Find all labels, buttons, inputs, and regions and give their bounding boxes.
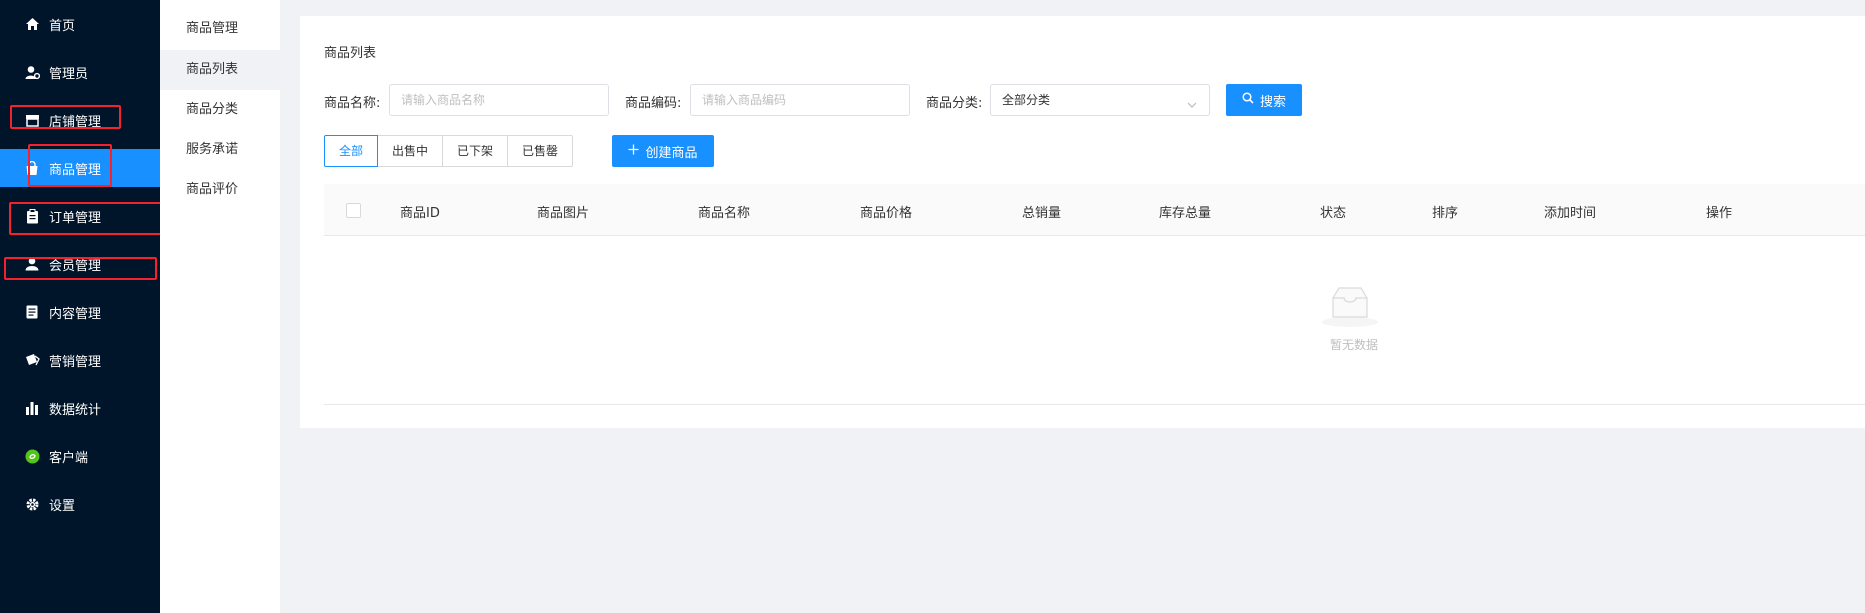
create-product-button[interactable]: 创建商品 [612, 135, 714, 167]
empty-state-text: 暂无数据 [1330, 338, 1379, 352]
sidebar-item-admin[interactable]: 管理员 [0, 53, 160, 91]
column-header-status: 状态 [1320, 206, 1347, 221]
table-bottom-divider [324, 404, 1865, 405]
product-name-input[interactable] [389, 84, 609, 116]
column-header-product-price: 商品价格 [860, 206, 913, 221]
tab-off-shelf[interactable]: 已下架 [443, 135, 509, 167]
sidebar-item-label: 管理员 [49, 66, 89, 82]
subnav-item-service-promise[interactable]: 服务承诺 [160, 130, 280, 170]
empty-inbox-icon [1320, 284, 1380, 332]
mini-program-icon [24, 448, 40, 464]
subnav-item-product-management[interactable]: 商品管理 [160, 9, 280, 49]
sidebar-item-label: 设置 [49, 498, 76, 514]
search-button-label: 搜索 [1259, 94, 1286, 110]
sub-sidebar: 商品管理 商品列表 商品分类 服务承诺 商品评价 [160, 0, 280, 613]
product-list-card: 商品列表 商品名称: 商品编码: 商品分类: 全部分类 搜索 全部 出售中 已下… [300, 16, 1865, 428]
sidebar-item-label: 营销管理 [49, 354, 102, 370]
annotation-box-members [4, 257, 157, 280]
column-header-product-name: 商品名称 [698, 206, 751, 221]
subnav-item-product-category[interactable]: 商品分类 [160, 90, 280, 130]
admin-user-icon [24, 64, 40, 80]
search-button[interactable]: 搜索 [1226, 84, 1302, 116]
subnav-item-product-review[interactable]: 商品评价 [160, 170, 280, 210]
product-name-label: 商品名称: [324, 96, 381, 111]
tab-on-sale[interactable]: 出售中 [378, 135, 444, 167]
column-header-sort: 排序 [1432, 206, 1459, 221]
search-icon [1242, 92, 1254, 108]
product-code-label: 商品编码: [625, 96, 682, 111]
home-icon [24, 16, 40, 32]
marketing-icon [24, 352, 40, 368]
sidebar-item-statistics[interactable]: 数据统计 [0, 389, 160, 427]
tab-sold-out[interactable]: 已售罄 [508, 135, 574, 167]
sidebar-item-settings[interactable]: 设置 [0, 485, 160, 523]
chevron-down-icon [1187, 92, 1197, 122]
annotation-box-products [28, 144, 112, 187]
gear-icon [24, 496, 40, 512]
select-all-checkbox[interactable] [346, 203, 361, 218]
column-header-actions: 操作 [1706, 206, 1733, 221]
bar-chart-icon [24, 400, 40, 416]
column-header-total-stock: 库存总量 [1159, 206, 1212, 221]
category-select-value: 全部分类 [1002, 93, 1051, 107]
product-category-label: 商品分类: [926, 96, 983, 111]
product-category-select[interactable]: 全部分类 [990, 84, 1210, 116]
column-header-product-image: 商品图片 [537, 206, 590, 221]
sidebar-item-label: 客户端 [49, 450, 89, 466]
page-title: 商品列表 [324, 46, 377, 61]
sidebar-item-home[interactable]: 首页 [0, 5, 160, 43]
subnav-item-product-list[interactable]: 商品列表 [160, 50, 280, 90]
sidebar-item-label: 首页 [49, 18, 76, 34]
main-sidebar: 首页 管理员 店铺管理 商品管理 订单管理 会员管理 内容管理 营销管理 数据统… [0, 0, 216, 613]
product-code-input[interactable] [690, 84, 910, 116]
column-header-product-id: 商品ID [400, 206, 440, 221]
column-header-added-time: 添加时间 [1544, 206, 1597, 221]
tab-all[interactable]: 全部 [324, 135, 379, 167]
column-header-total-sales: 总销量 [1022, 206, 1062, 221]
sidebar-item-client[interactable]: 客户端 [0, 437, 160, 475]
plus-icon [628, 144, 639, 159]
sidebar-item-label: 内容管理 [49, 306, 102, 322]
sidebar-item-label: 数据统计 [49, 402, 102, 418]
sidebar-item-marketing[interactable]: 营销管理 [0, 341, 160, 379]
status-tabs: 全部 出售中 已下架 已售罄 [324, 135, 574, 167]
table-header: 商品ID 商品图片 商品名称 商品价格 总销量 库存总量 状态 排序 添加时间 … [324, 184, 1865, 236]
annotation-box-store [10, 105, 121, 129]
sidebar-item-content[interactable]: 内容管理 [0, 293, 160, 331]
create-product-label: 创建商品 [645, 145, 698, 161]
document-icon [24, 304, 40, 320]
